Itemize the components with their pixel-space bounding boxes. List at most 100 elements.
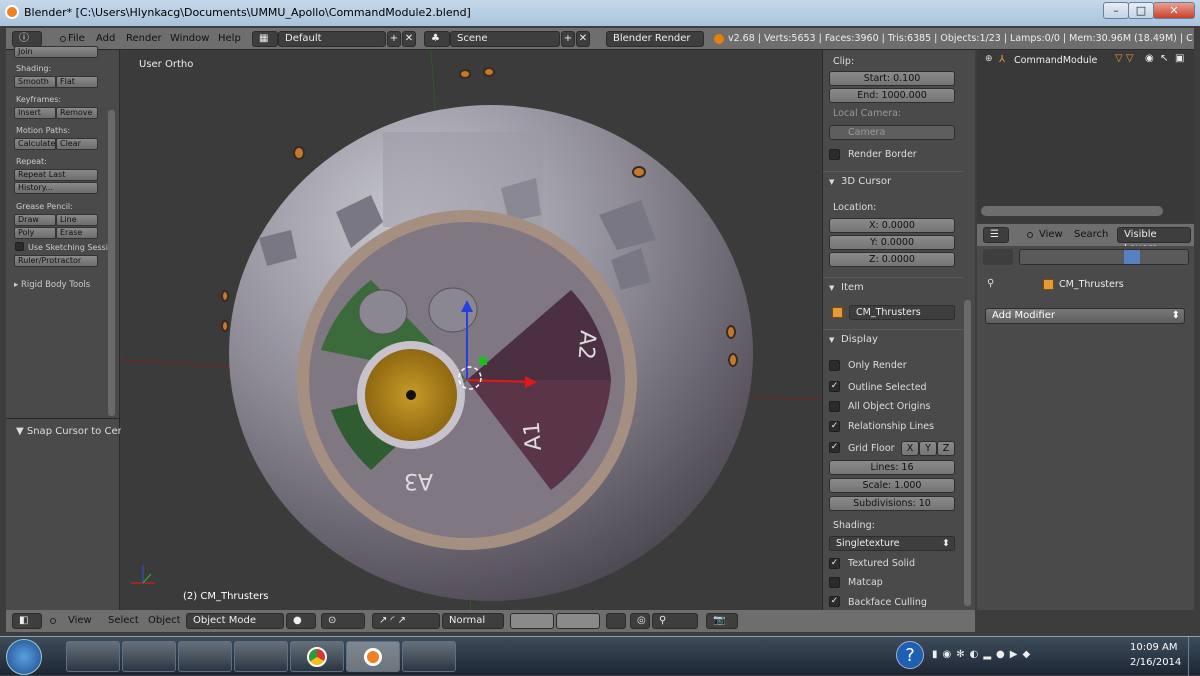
rigid-body-panel[interactable]: ▸ Rigid Body Tools bbox=[14, 280, 90, 290]
editor-type-button[interactable]: ⓘ bbox=[12, 31, 42, 47]
grid-lines-field[interactable]: Lines: 16 bbox=[829, 460, 955, 475]
cursor-y-field[interactable]: Y: 0.0000 bbox=[829, 235, 955, 250]
render-preview-buttons[interactable]: 📷 bbox=[706, 613, 738, 629]
menu-collapse-icon[interactable] bbox=[60, 36, 66, 42]
viewport-shading-select[interactable]: ● bbox=[286, 613, 316, 629]
menu-render[interactable]: Render bbox=[126, 31, 162, 47]
cursor-z-field[interactable]: Z: 0.0000 bbox=[829, 252, 955, 267]
grid-subdivisions-field[interactable]: Subdivisions: 10 bbox=[829, 496, 955, 511]
shading-select[interactable]: Singletexture ⬍ bbox=[829, 536, 955, 551]
show-desktop-button[interactable] bbox=[1188, 637, 1200, 676]
outliner-item-commandmodule[interactable]: CommandModule bbox=[1014, 55, 1097, 66]
close-button[interactable]: ✕ bbox=[1153, 2, 1195, 19]
snap-cursor-panel[interactable]: ▼ Snap Cursor to Cen bbox=[16, 426, 124, 437]
menu-help[interactable]: Help bbox=[218, 31, 241, 47]
smooth-button[interactable]: Smooth bbox=[14, 76, 56, 88]
local-camera-field[interactable]: Camera bbox=[829, 125, 955, 140]
3d-editor-type[interactable]: ◧ bbox=[12, 613, 42, 629]
display-mode-select[interactable]: Visible Layers bbox=[1117, 227, 1191, 254]
add-modifier-select[interactable]: Add Modifier ⬍ bbox=[985, 308, 1185, 324]
outliner-search-menu[interactable]: Search bbox=[1074, 227, 1108, 243]
all-origins-checkbox[interactable] bbox=[829, 401, 840, 412]
shelf-scrollbar[interactable] bbox=[108, 110, 115, 416]
add-layout-button[interactable]: + bbox=[387, 31, 401, 47]
erase-button[interactable]: Erase bbox=[56, 227, 98, 239]
minimize-button[interactable]: – bbox=[1103, 2, 1129, 19]
repeat-last-button[interactable]: Repeat Last bbox=[14, 169, 98, 181]
taskbar-notes-app[interactable] bbox=[234, 641, 288, 672]
npanel-scrollbar[interactable] bbox=[964, 300, 971, 606]
remove-scene-button[interactable]: ✕ bbox=[576, 31, 590, 47]
outliner-editor-type[interactable]: ☰ bbox=[983, 227, 1009, 243]
manipulator-toggles[interactable]: ↗ ◜ ↗ bbox=[372, 613, 440, 629]
flat-button[interactable]: Flat bbox=[56, 76, 98, 88]
calculate-button[interactable]: Calculate bbox=[14, 138, 56, 150]
add-scene-button[interactable]: + bbox=[561, 31, 575, 47]
outliner-scrollbar[interactable] bbox=[981, 206, 1163, 216]
start-button[interactable] bbox=[6, 639, 42, 675]
backface-culling-checkbox[interactable]: ✓ bbox=[829, 596, 840, 607]
line-button[interactable]: Line bbox=[56, 214, 98, 226]
history-button[interactable]: History... bbox=[14, 182, 98, 194]
taskbar-monitor-app[interactable] bbox=[66, 641, 120, 672]
properties-context-tabs[interactable] bbox=[1019, 249, 1189, 265]
grid-floor-checkbox[interactable]: ✓ bbox=[829, 442, 840, 453]
menu-file[interactable]: File bbox=[68, 31, 85, 47]
layer-buttons-1[interactable] bbox=[510, 613, 554, 629]
clear-button[interactable]: Clear bbox=[56, 138, 98, 150]
mode-select[interactable]: Object Mode bbox=[186, 613, 284, 629]
layer-buttons-2[interactable] bbox=[556, 613, 600, 629]
menu-window[interactable]: Window bbox=[170, 31, 209, 47]
clip-start-field[interactable]: Start: 0.100 bbox=[829, 71, 955, 86]
render-engine-select[interactable]: Blender Render bbox=[606, 31, 704, 47]
outline-selected-checkbox[interactable]: ✓ bbox=[829, 381, 840, 392]
render-camera-icon[interactable]: ▣ bbox=[1175, 53, 1184, 64]
select-arrow-icon[interactable]: ↖ bbox=[1160, 53, 1168, 64]
menu-view[interactable]: View bbox=[68, 613, 92, 629]
render-border-checkbox[interactable] bbox=[829, 149, 840, 160]
clock-time[interactable]: 10:09 AM bbox=[1130, 642, 1177, 653]
grid-x-toggle[interactable]: X bbox=[901, 441, 919, 456]
snap-settings[interactable]: ⚲ bbox=[652, 613, 698, 629]
pin-icon[interactable]: ⚲ bbox=[987, 278, 994, 289]
3d-viewport[interactable]: A2 A1 A3 User Ortho (2) CM_Thrusters bbox=[121, 50, 821, 610]
display-panel-header[interactable]: Display bbox=[823, 329, 963, 350]
taskbar-blender[interactable] bbox=[346, 641, 400, 672]
taskbar-hp-app[interactable] bbox=[178, 641, 232, 672]
lock-camera-button[interactable] bbox=[606, 613, 626, 629]
outliner-view-menu[interactable]: View bbox=[1039, 227, 1063, 243]
manipulator-y[interactable] bbox=[479, 357, 487, 365]
taskbar-explorer[interactable] bbox=[122, 641, 176, 672]
taskbar-paint[interactable] bbox=[402, 641, 456, 672]
clock-date[interactable]: 2/16/2014 bbox=[1130, 657, 1181, 668]
remove-keyframe-button[interactable]: Remove bbox=[56, 107, 98, 119]
help-icon[interactable]: ? bbox=[896, 641, 924, 669]
menu-object[interactable]: Object bbox=[148, 613, 181, 629]
menu-select[interactable]: Select bbox=[108, 613, 139, 629]
sketching-checkbox[interactable] bbox=[15, 242, 24, 251]
scene-icon-button[interactable]: ♣ bbox=[424, 31, 450, 47]
layout-icon-button[interactable]: ▦ bbox=[252, 31, 278, 47]
only-render-checkbox[interactable] bbox=[829, 360, 840, 371]
textured-solid-checkbox[interactable]: ✓ bbox=[829, 558, 840, 569]
insert-keyframe-button[interactable]: Insert bbox=[14, 107, 56, 119]
3d-cursor-panel-header[interactable]: 3D Cursor bbox=[823, 171, 963, 192]
properties-editor-type[interactable] bbox=[983, 249, 1013, 265]
join-button[interactable]: Join bbox=[14, 46, 98, 58]
proportional-edit-button[interactable]: ◎ bbox=[630, 613, 650, 629]
layout-select[interactable]: Default bbox=[278, 31, 386, 47]
visibility-eye-icon[interactable]: ◉ bbox=[1145, 53, 1154, 64]
modifier-wrench-tab[interactable] bbox=[1124, 250, 1140, 264]
expand-icon[interactable]: ⊕ bbox=[985, 54, 993, 64]
grid-y-toggle[interactable]: Y bbox=[919, 441, 937, 456]
matcap-checkbox[interactable] bbox=[829, 577, 840, 588]
relationship-lines-checkbox[interactable]: ✓ bbox=[829, 421, 840, 432]
outliner-menu-collapse[interactable] bbox=[1027, 232, 1033, 238]
poly-button[interactable]: Poly bbox=[14, 227, 56, 239]
draw-button[interactable]: Draw bbox=[14, 214, 56, 226]
pivot-point-select[interactable]: ⊙ bbox=[321, 613, 365, 629]
remove-layout-button[interactable]: ✕ bbox=[402, 31, 416, 47]
ruler-button[interactable]: Ruler/Protractor bbox=[14, 255, 98, 267]
3d-menu-collapse[interactable] bbox=[50, 618, 56, 624]
system-tray-icons[interactable]: ▮◉✻◐▂●▶◆ bbox=[932, 649, 1035, 660]
